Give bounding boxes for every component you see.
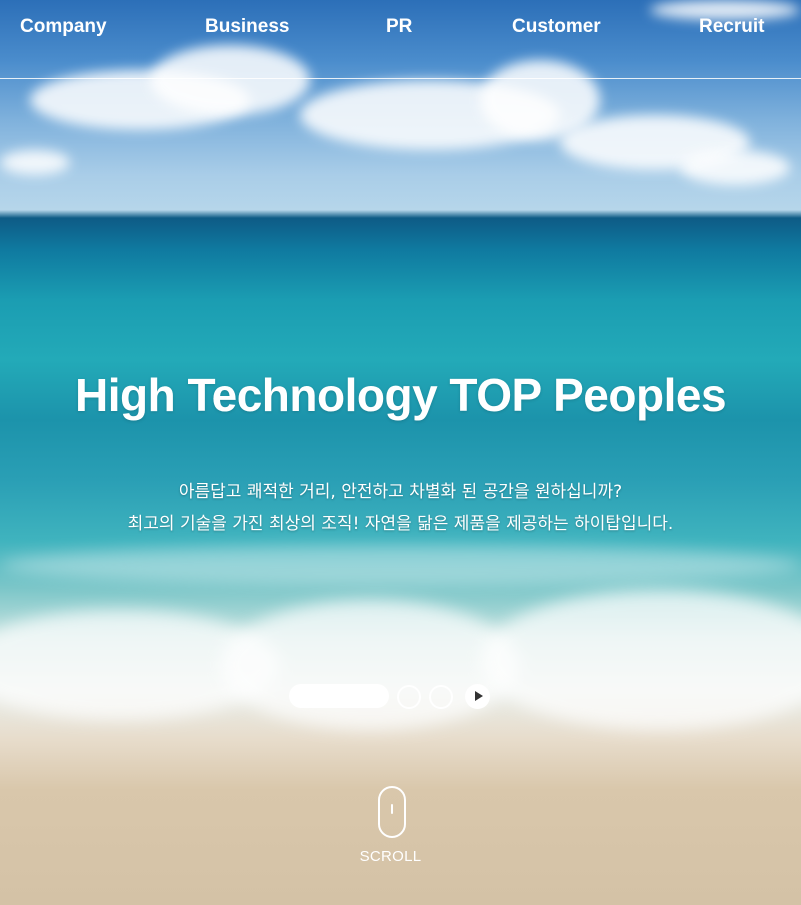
slide-indicator[interactable]	[397, 685, 421, 709]
nav-item-customer[interactable]: Customer	[512, 16, 601, 38]
wave-foam	[220, 600, 520, 730]
nav-item-pr[interactable]: PR	[386, 16, 412, 38]
cloud-decoration	[680, 150, 790, 185]
slide-indicator-active[interactable]	[289, 684, 389, 708]
top-nav: Company Business PR Customer Recruit	[0, 0, 801, 79]
hero-background	[0, 0, 801, 905]
nav-item-recruit[interactable]: Recruit	[699, 16, 764, 38]
hero-subtitle-line: 최고의 기술을 가진 최상의 조직! 자연을 닮은 제품을 제공하는 하이탑입니…	[127, 514, 674, 534]
mouse-icon[interactable]	[378, 786, 406, 838]
wave-foam	[480, 590, 801, 730]
wave-foam	[0, 545, 801, 585]
mouse-wheel	[391, 804, 393, 814]
hero-headline: High Technology TOP Peoples	[74, 369, 727, 421]
play-icon[interactable]	[465, 684, 490, 709]
cloud-decoration	[0, 150, 70, 175]
nav-item-company[interactable]: Company	[20, 16, 107, 38]
scroll-label: SCROLL	[359, 848, 422, 865]
slide-indicator[interactable]	[429, 685, 453, 709]
hero-subtitle-line: 아름답고 쾌적한 거리, 안전하고 차별화 된 공간을 원하십니까?	[178, 482, 623, 502]
nav-item-business[interactable]: Business	[205, 16, 289, 38]
hero-subtitle: 아름답고 쾌적한 거리, 안전하고 차별화 된 공간을 원하십니까? 최고의 기…	[0, 476, 801, 540]
